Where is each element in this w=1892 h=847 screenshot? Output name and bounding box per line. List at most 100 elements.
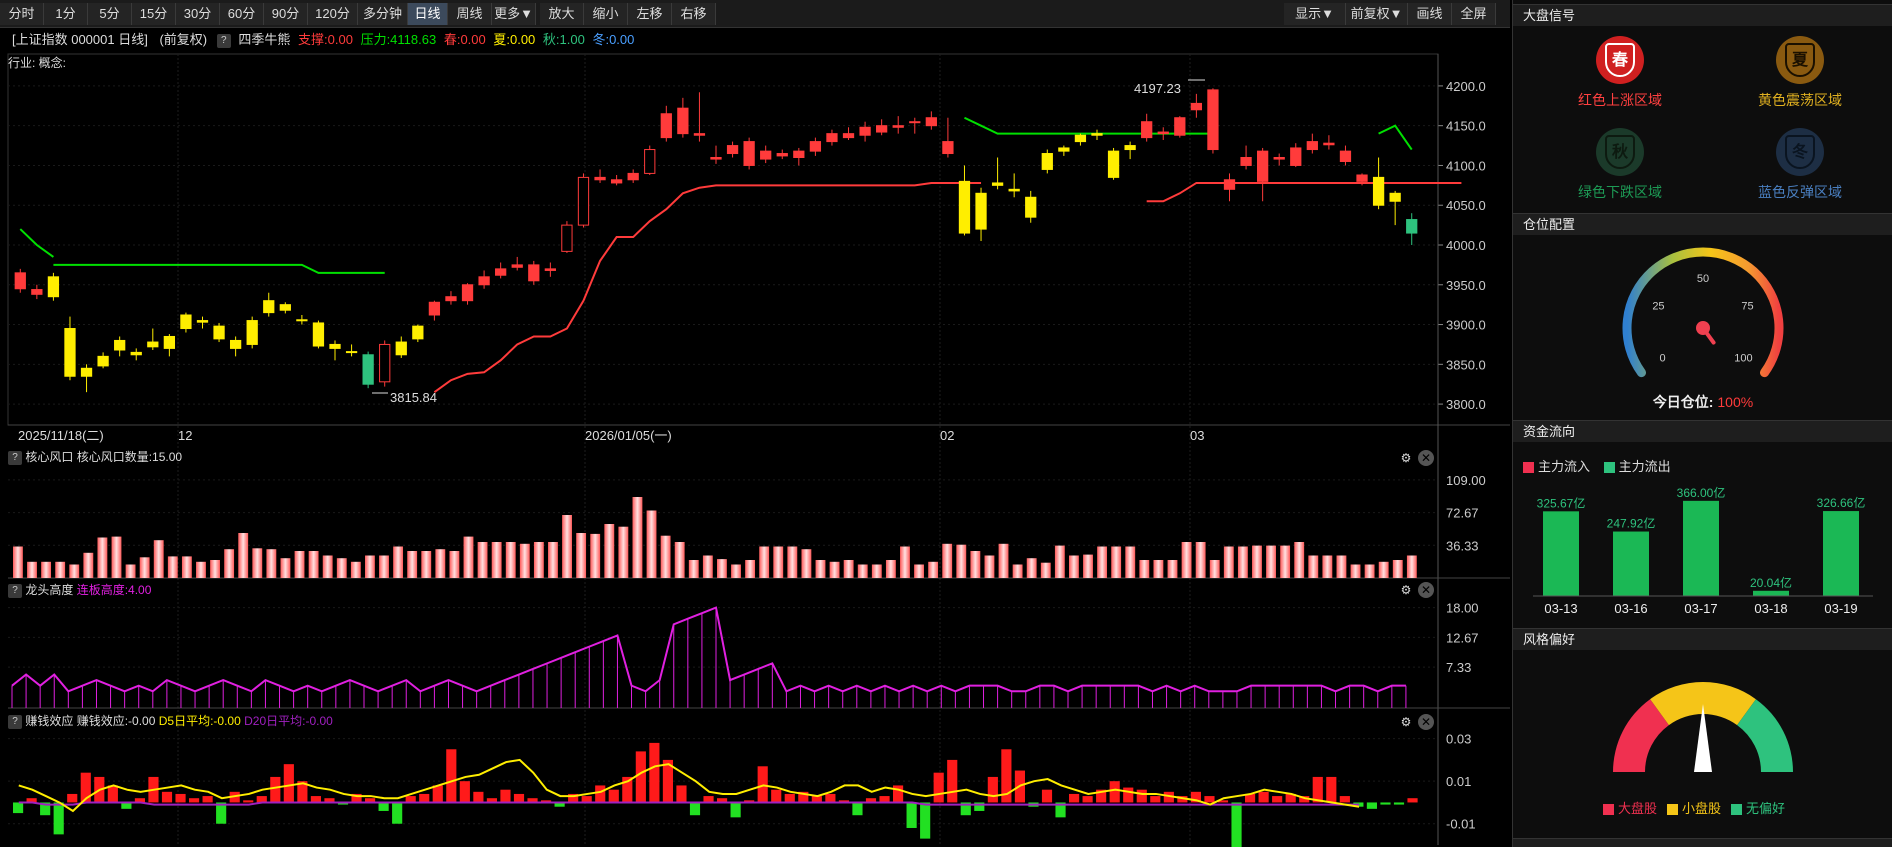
- candle-body: [412, 325, 424, 340]
- settings-icon[interactable]: ⚙: [1398, 714, 1414, 730]
- panel3-bar: [13, 802, 24, 814]
- settings-icon[interactable]: ⚙: [1398, 450, 1414, 466]
- panel1-bar: [632, 497, 643, 578]
- panel1-bar: [266, 549, 277, 578]
- pressure-line-seg1b: [53, 263, 385, 274]
- panel1-bar: [731, 564, 741, 578]
- candle-body: [196, 320, 209, 323]
- toolbar-btn-7[interactable]: 120分: [308, 3, 358, 25]
- signal-1: 夏黄色震荡区域: [1725, 36, 1875, 110]
- toolbar-btn-8[interactable]: 多分钟: [358, 3, 408, 25]
- panel1-bar: [449, 551, 460, 578]
- panel1-bar: [41, 561, 52, 578]
- panel1-bar: [1266, 545, 1276, 578]
- panel3-bar: [419, 793, 430, 803]
- candle-body: [842, 133, 855, 139]
- toolbar-right-btn-3[interactable]: 全屏: [1452, 3, 1496, 25]
- x-axis-label: 2025/11/18(二): [18, 428, 104, 443]
- summer-value: 夏:0.00: [493, 32, 536, 47]
- candle: [809, 137, 822, 156]
- panel1-bar: [294, 551, 305, 578]
- flow-value: 326.66亿: [1817, 495, 1866, 510]
- candle: [362, 351, 374, 389]
- toolbar-btn-4[interactable]: 30分: [176, 3, 220, 25]
- flow-chart: 325.67亿 03-13 247.92亿 03-16 366.00亿 03-17 20.0…: [1533, 485, 1873, 616]
- toolbar-right-btn-1[interactable]: 前复权▼: [1346, 3, 1408, 25]
- candle-body: [826, 133, 838, 143]
- panel1-bar: [491, 542, 502, 578]
- toolbar-btn-11[interactable]: 更多▼: [492, 3, 536, 25]
- candle-body: [760, 150, 772, 160]
- signal-label: 红色上涨区域: [1578, 92, 1662, 108]
- settings-icon[interactable]: ⚙: [1398, 582, 1414, 598]
- candle: [544, 262, 556, 277]
- gauge-tick: 100: [1734, 352, 1752, 364]
- flow-date: 03-18: [1754, 601, 1787, 616]
- candle: [412, 324, 424, 343]
- sidebar-tabs[interactable]: [1513, 838, 1892, 847]
- toolbar-btn-3[interactable]: 15分: [132, 3, 176, 25]
- candle-body: [1290, 147, 1302, 166]
- toolbar-btn-1[interactable]: 1分: [44, 3, 88, 25]
- legend-swatch: [1731, 804, 1743, 816]
- candle: [312, 320, 325, 349]
- close-icon[interactable]: ✕: [1418, 582, 1434, 598]
- panel1-bar: [1026, 558, 1037, 578]
- close-icon[interactable]: ✕: [1418, 450, 1434, 466]
- panel1-bar: [533, 542, 544, 578]
- candle-body: [362, 354, 374, 385]
- gauge-tick: 75: [1741, 300, 1753, 312]
- signal-glyph: 夏: [1785, 43, 1815, 77]
- panel1-bar: [604, 524, 615, 578]
- panel1-bar: [336, 558, 347, 578]
- panel1-bar: [1252, 545, 1262, 578]
- panel1-bar: [956, 544, 967, 578]
- candle: [1389, 190, 1401, 226]
- toolbar-btn-5[interactable]: 60分: [220, 3, 264, 25]
- toolbar-btn-15[interactable]: 右移: [672, 3, 716, 25]
- toolbar-btn-0[interactable]: 分时: [0, 3, 44, 25]
- flow-header: 资金流向: [1513, 420, 1892, 442]
- toolbar-btn-6[interactable]: 90分: [264, 3, 308, 25]
- candle-body: [296, 319, 308, 322]
- panel3-bar: [784, 793, 795, 803]
- panel1-bar: [900, 546, 910, 578]
- candle-body: [793, 150, 805, 159]
- panel1-bar: [181, 556, 192, 578]
- close-icon[interactable]: ✕: [1418, 714, 1434, 730]
- high-label: 4197.23: [1134, 81, 1181, 96]
- toolbar-btn-9[interactable]: 日线: [408, 3, 448, 25]
- candle: [760, 145, 772, 164]
- y-tick-label: 3950.0: [1446, 278, 1486, 293]
- candle-body: [644, 149, 656, 174]
- style-gauge: [1613, 682, 1793, 772]
- toolbar-btn-10[interactable]: 周线: [448, 3, 492, 25]
- candle-body: [710, 157, 722, 160]
- help-icon[interactable]: ?: [8, 714, 22, 729]
- candle-body: [1041, 153, 1053, 170]
- legend-swatch: [1603, 804, 1614, 816]
- candle-body: [776, 153, 788, 157]
- toolbar: 分时 1分 5分 15分 30分 60分 90分 120分 多分钟 日线 周线 更多▼ 放大 缩小 左移 右移…: [0, 0, 1510, 28]
- toolbar-btn-13[interactable]: 缩小: [584, 3, 628, 25]
- panel3-header: ? 赚钱效应 赚钱效应:-0.00 D5日平均:-0.00 D20日平均:-0.…: [8, 711, 333, 731]
- today-position: 今日仓位: 100%: [1513, 392, 1892, 412]
- legend-swatch: [1603, 462, 1615, 474]
- panel1-bar: [13, 546, 23, 578]
- panel3-bar: [53, 802, 64, 835]
- candle-body: [263, 300, 275, 314]
- toolbar-btn-2[interactable]: 5分: [88, 3, 132, 25]
- toolbar-btn-14[interactable]: 左移: [628, 3, 672, 25]
- toolbar-right-btn-2[interactable]: 画线: [1408, 3, 1452, 25]
- panel1-bar: [1392, 560, 1403, 578]
- panel1-bar: [252, 548, 263, 578]
- help-icon[interactable]: ?: [216, 33, 231, 48]
- help-icon[interactable]: ?: [8, 583, 22, 598]
- panel3-bar: [1069, 793, 1080, 803]
- help-icon[interactable]: ?: [8, 450, 22, 465]
- candle: [279, 302, 291, 314]
- toolbar-right-btn-0[interactable]: 显示▼: [1284, 3, 1346, 25]
- adjust-mode: (前复权): [159, 32, 208, 47]
- candle-body: [461, 284, 474, 302]
- toolbar-btn-12[interactable]: 放大: [540, 3, 584, 25]
